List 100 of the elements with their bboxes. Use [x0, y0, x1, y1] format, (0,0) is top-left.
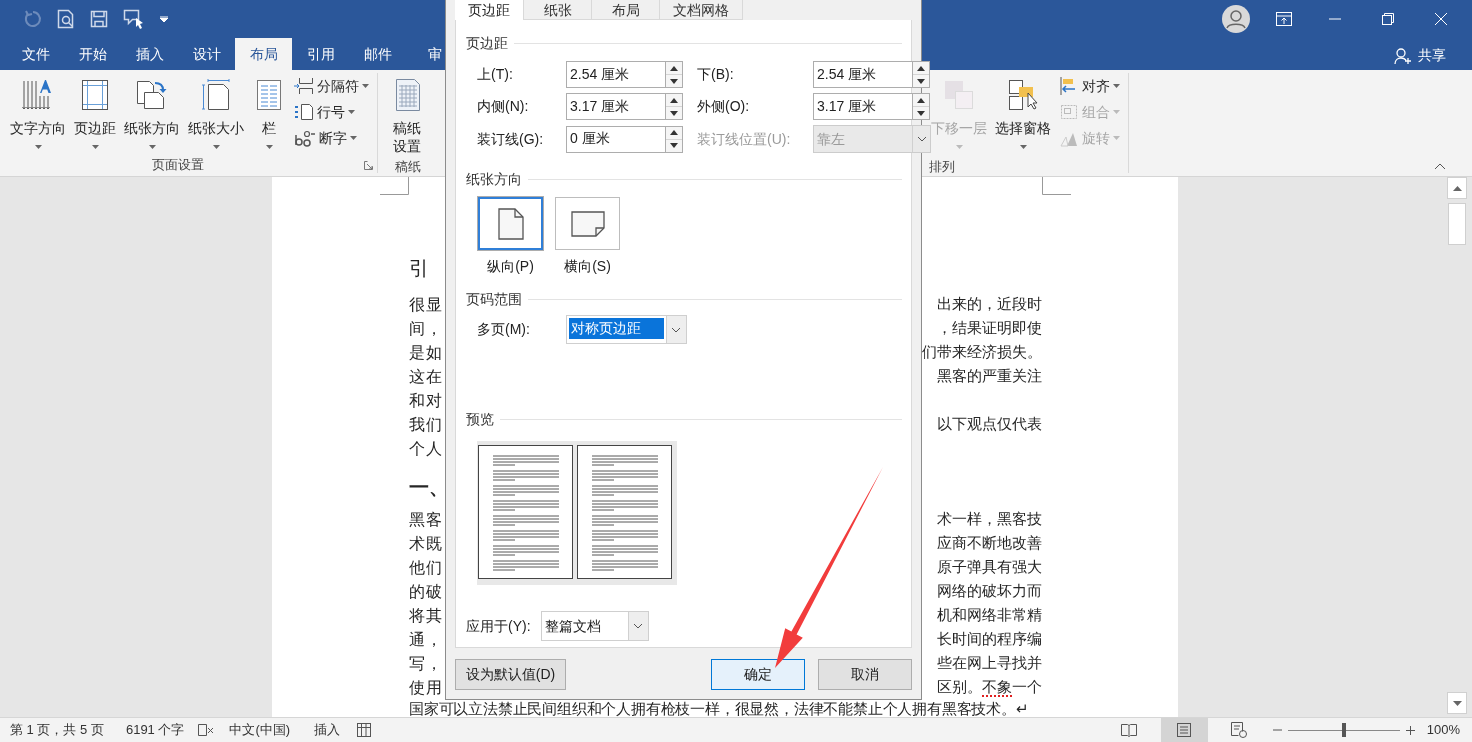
section-label: 页码范围 [466, 289, 522, 309]
caret-icon [91, 145, 99, 149]
body-text: 应商不断地改善 [937, 534, 1042, 554]
caret-icon [1113, 110, 1120, 114]
touch-mode-icon[interactable] [123, 9, 145, 29]
collapse-ribbon-icon[interactable] [1434, 163, 1446, 170]
orientation-option[interactable] [478, 197, 543, 250]
ribbon-button[interactable]: 行号 [294, 99, 369, 125]
dialog-tab[interactable]: 纸张 [524, 0, 592, 20]
zoom-slider-thumb[interactable] [1341, 723, 1346, 737]
save-icon[interactable] [90, 10, 108, 28]
caret-icon [148, 145, 156, 149]
dialog-tab[interactable]: 页边距 [455, 0, 524, 20]
ribbon-tab[interactable]: 设计 [178, 38, 235, 70]
zoom-level-text[interactable]: 100% [1426, 720, 1460, 740]
triangle-down-icon [917, 78, 925, 84]
group-label: 页面设置 [152, 156, 204, 175]
ribbon-tab[interactable]: 邮件 [349, 38, 406, 70]
body-text: 间， [409, 319, 443, 339]
landscape-page-icon [570, 210, 605, 237]
dialog-button[interactable]: 取消 [818, 659, 912, 690]
body-text: 国家可以立法禁止民间组织和个人拥有枪枝一样，很显然，法律不能禁止个人拥有黑客技术。↵ [409, 702, 1029, 717]
zoom-in-icon[interactable] [1405, 725, 1415, 735]
body-text: 将其 [409, 606, 443, 626]
field-label: 内侧(N): [477, 97, 530, 116]
status-text: 第 1 页，共 5 页 [10, 721, 104, 740]
ribbon-tab[interactable]: 文件 [7, 38, 64, 70]
apply-to-select[interactable]: 整篇文档 [540, 611, 649, 641]
section-label: 预览 [466, 409, 494, 429]
chevron-down-icon [671, 326, 682, 333]
margin-corner-mark [380, 177, 409, 195]
dialog-button[interactable]: 确定 [711, 659, 805, 690]
print-layout-icon [1177, 723, 1192, 737]
margin-input[interactable]: 2.54 厘米 [813, 61, 912, 88]
ribbon-tab[interactable]: 插入 [121, 38, 178, 70]
margin-input[interactable]: 2.54 厘米 [566, 61, 665, 88]
triangle-up-icon [670, 97, 678, 103]
caret-icon [34, 145, 42, 149]
margin-input[interactable]: 3.17 厘米 [813, 93, 912, 120]
ribbon-button[interactable]: 文字方向 [6, 73, 70, 157]
ribbon-button[interactable]: 纸张方向 [120, 73, 184, 157]
ribbon-tab[interactable]: 布局 [235, 38, 292, 70]
body-text: 我们 [409, 415, 443, 435]
triangle-down-icon [670, 143, 678, 148]
triangle-down-icon [917, 110, 925, 116]
scroll-down-button[interactable] [1447, 692, 1467, 714]
body-text: ，结果证明即使 [937, 319, 1042, 339]
ribbon-button[interactable]: 栏 [248, 73, 290, 157]
portrait-page-icon [497, 207, 524, 240]
triangle-up-icon [1452, 185, 1462, 191]
ribbon-tab[interactable]: 引用 [292, 38, 349, 70]
orientation-option[interactable] [555, 197, 620, 250]
ribbon-tab[interactable]: 审 [406, 38, 463, 70]
field-label: 多页(M): [477, 320, 530, 339]
scroll-thumb[interactable] [1448, 203, 1466, 245]
customize-menu-icon[interactable] [160, 16, 168, 22]
ribbon-button[interactable]: 页边距 [70, 73, 120, 157]
zoom-slider[interactable] [1287, 723, 1400, 737]
section-label: 页边距 [466, 33, 508, 53]
ribbon-button[interactable]: 分隔符 [294, 73, 369, 99]
margin-input[interactable]: 3.17 厘米 [566, 93, 665, 120]
field-label: 外侧(O): [697, 97, 751, 116]
status-text[interactable]: 插入 [314, 720, 341, 740]
ribbon-button[interactable]: 断字 [294, 125, 369, 151]
print-preview-icon[interactable] [57, 9, 75, 29]
account-avatar[interactable] [1222, 5, 1250, 33]
close-icon[interactable] [1435, 13, 1447, 25]
body-text: 区别。不象一个 [937, 678, 1042, 699]
body-text: 和对 [409, 391, 443, 411]
macro-record-icon[interactable] [357, 723, 372, 737]
share-button[interactable]: 共享 [1394, 45, 1446, 66]
body-text: 很显 [409, 295, 443, 315]
dialog-tab[interactable]: 文档网格 [660, 0, 743, 20]
dialog-button[interactable]: 设为默认值(D) [455, 659, 566, 690]
body-text: 术一样，黑客技 [937, 510, 1042, 530]
dialog-tab[interactable]: 布局 [592, 0, 660, 20]
caret-icon [1113, 84, 1120, 88]
web-layout-icon [1231, 722, 1248, 738]
send-backward-icon [942, 78, 976, 112]
scroll-up-button[interactable] [1447, 177, 1467, 199]
group-icon [1059, 103, 1079, 121]
field-label: 应用于(Y): [466, 616, 531, 636]
margin-input[interactable]: 0 厘米 [566, 125, 665, 153]
body-text: 们带来经济损失。 [922, 343, 1042, 363]
ribbon-button[interactable]: 稿纸设置 [386, 73, 429, 157]
triangle-down-icon [1452, 700, 1462, 706]
body-text: 个人 [409, 439, 443, 459]
ribbon-button[interactable]: 对齐 [1059, 73, 1120, 99]
ribbon-button[interactable]: 选择窗格 [991, 73, 1055, 157]
language-text[interactable]: 中文(中国) [229, 720, 291, 740]
proofing-icon[interactable] [198, 723, 215, 737]
body-text: 网络的破坏力而 [937, 582, 1042, 602]
ribbon-tab[interactable]: 开始 [64, 38, 121, 70]
restore-icon[interactable] [1382, 13, 1394, 25]
view-button[interactable] [1160, 718, 1208, 742]
body-text: 通， [409, 630, 443, 650]
ribbon-display-options-icon[interactable] [1276, 12, 1292, 26]
multiple-pages-select[interactable]: 对称页边距 [565, 315, 687, 344]
ribbon-button[interactable]: 纸张大小 [184, 73, 248, 157]
dialog-launcher-icon[interactable] [364, 160, 373, 170]
